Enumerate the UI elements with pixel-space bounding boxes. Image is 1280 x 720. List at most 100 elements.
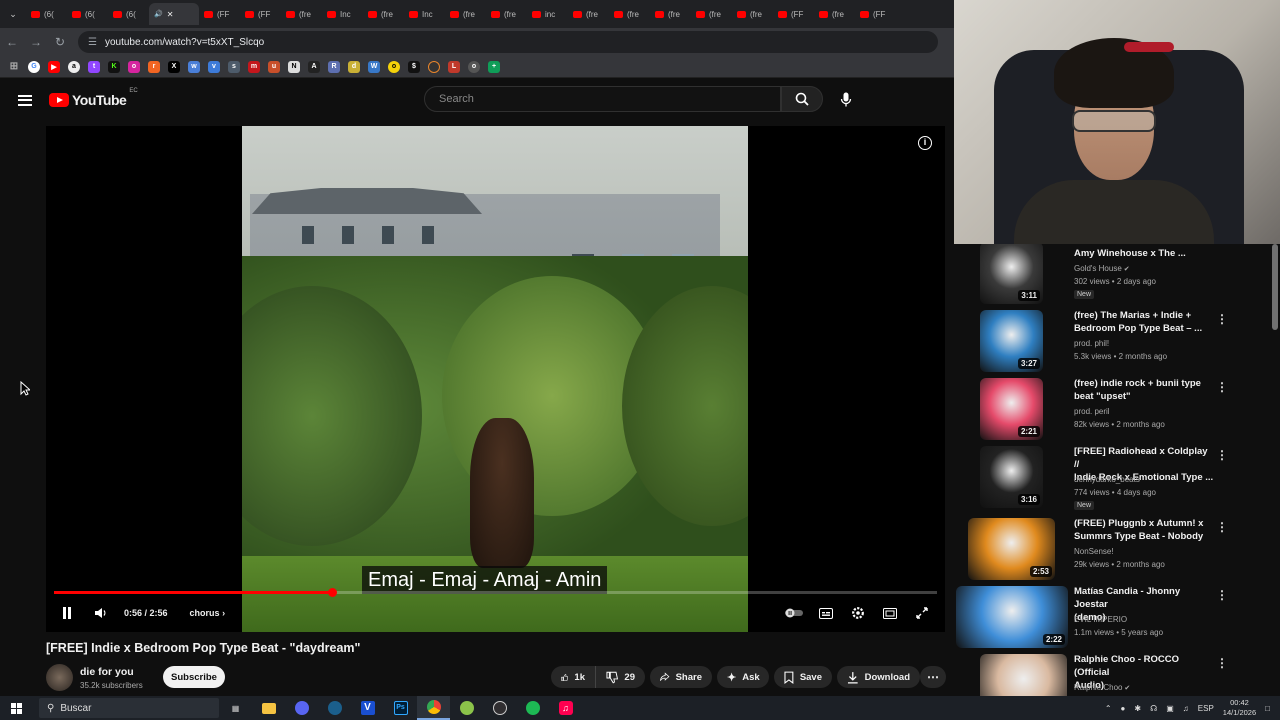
- reload-icon[interactable]: ↻: [48, 35, 72, 49]
- video-thumbnail[interactable]: 2:22: [956, 586, 1068, 648]
- browser-tab[interactable]: (6(: [108, 3, 149, 25]
- steam-icon[interactable]: [318, 696, 351, 720]
- vegas-icon[interactable]: V: [351, 696, 384, 720]
- tab-search-icon[interactable]: ⌄: [0, 3, 26, 25]
- recommendation-item[interactable]: 2:21 (free) indie rock + bunii type beat "…: [954, 374, 1274, 442]
- recommendation-channel[interactable]: dennydarko_beats: [1074, 475, 1140, 484]
- photoshop-icon[interactable]: Ps: [384, 696, 417, 720]
- back-icon[interactable]: ←: [0, 35, 24, 49]
- video-thumbnail[interactable]: 2:21: [980, 378, 1043, 440]
- bookmark-icon[interactable]: s: [228, 60, 240, 73]
- more-vertical-icon[interactable]: ⋮: [1216, 380, 1228, 394]
- recommendation-title[interactable]: (free) indie rock + bunii type beat "upse…: [1074, 377, 1214, 403]
- bookmark-icon[interactable]: N: [288, 60, 300, 73]
- browser-tab[interactable]: (fre: [691, 3, 732, 25]
- language-indicator[interactable]: ESP: [1198, 704, 1214, 713]
- recommendation-item[interactable]: 2:53 (FREE) Pluggnb x Autumn! x Summrs Typ…: [954, 514, 1274, 582]
- browser-tab[interactable]: (fre: [650, 3, 691, 25]
- browser-tab[interactable]: inc: [527, 3, 568, 25]
- browser-tab[interactable]: (fre: [486, 3, 527, 25]
- more-vertical-icon[interactable]: ⋮: [1216, 312, 1228, 326]
- browser-tab[interactable]: (6(: [67, 3, 108, 25]
- network-icon[interactable]: ▣: [1166, 704, 1174, 713]
- recommendation-channel[interactable]: EVIL IMPERIO: [1074, 615, 1127, 624]
- clock[interactable]: 00:42 14/1/2026: [1223, 698, 1256, 718]
- address-bar[interactable]: ☰ youtube.com/watch?v=t5xXT_Slcqo: [78, 31, 938, 53]
- more-vertical-icon[interactable]: ⋮: [1216, 656, 1228, 670]
- bookmark-icon[interactable]: r: [148, 60, 160, 73]
- video-thumbnail[interactable]: 3:16: [980, 446, 1043, 508]
- sheets-bookmark-icon[interactable]: +: [488, 60, 500, 73]
- search-input[interactable]: Search: [424, 86, 781, 112]
- kick-bookmark-icon[interactable]: K: [108, 60, 120, 73]
- browser-tab[interactable]: 🔊 ✕: [149, 3, 199, 25]
- bookmark-icon[interactable]: A: [308, 60, 320, 73]
- autoplay-toggle[interactable]: [781, 603, 807, 623]
- bookmark-icon[interactable]: m: [248, 60, 260, 73]
- taskbar-search[interactable]: ⚲ Buscar: [39, 698, 219, 718]
- file-explorer-icon[interactable]: [252, 696, 285, 720]
- subtitles-button[interactable]: [813, 603, 839, 623]
- channel-avatar[interactable]: [46, 664, 73, 691]
- chapter-button[interactable]: chorus ›: [190, 608, 226, 618]
- channel-name[interactable]: die for you: [80, 666, 134, 678]
- discord-icon[interactable]: [285, 696, 318, 720]
- info-icon[interactable]: i: [918, 136, 932, 150]
- recommendation-item[interactable]: 2:22 Matías Candia - Jhonny Joestar (demo)…: [954, 582, 1274, 650]
- headphones-icon[interactable]: ☊: [1150, 704, 1157, 713]
- progress-scrubber[interactable]: [328, 588, 337, 597]
- bookmark-icon[interactable]: [428, 60, 440, 73]
- bookmark-icon[interactable]: w: [188, 60, 200, 73]
- more-vertical-icon[interactable]: ⋮: [1216, 588, 1228, 602]
- video-thumbnail[interactable]: 2:53: [968, 518, 1055, 580]
- search-button[interactable]: [781, 86, 823, 112]
- browser-tab[interactable]: (fre: [363, 3, 404, 25]
- recommendation-channel[interactable]: Ralphie Choo ✔: [1074, 683, 1130, 692]
- app-icon[interactable]: [450, 696, 483, 720]
- twitch-bookmark-icon[interactable]: t: [88, 60, 100, 73]
- video-frame[interactable]: [242, 126, 748, 632]
- recommendation-title[interactable]: (free) The Marias + Indie + Bedroom Pop T…: [1074, 309, 1214, 335]
- bookmark-icon[interactable]: a: [68, 60, 80, 73]
- video-thumbnail[interactable]: 3:11: [980, 244, 1043, 304]
- browser-tab[interactable]: (fre: [732, 3, 773, 25]
- bookmark-icon[interactable]: W: [368, 60, 380, 73]
- menu-icon[interactable]: [18, 94, 32, 106]
- start-button[interactable]: [0, 696, 33, 720]
- bookmark-icon[interactable]: $: [408, 60, 420, 73]
- more-vertical-icon[interactable]: ⋮: [1216, 520, 1228, 534]
- chevron-up-icon[interactable]: ⌃: [1105, 704, 1112, 713]
- browser-tab[interactable]: (fre: [281, 3, 322, 25]
- browser-tab[interactable]: (FF: [855, 3, 896, 25]
- video-thumbnail[interactable]: 3:27: [980, 310, 1043, 372]
- settings-button[interactable]: [845, 603, 871, 623]
- browser-tab[interactable]: (FF: [773, 3, 814, 25]
- browser-tab[interactable]: (FF: [199, 3, 240, 25]
- volume-button[interactable]: [88, 603, 114, 623]
- recommendation-item[interactable]: 3:16 [FREE] Radiohead x Coldplay //Indie …: [954, 442, 1274, 510]
- apps-grid-icon[interactable]: ⊞: [8, 61, 20, 73]
- recommendation-item[interactable]: 3:27 (free) The Marias + Indie + Bedroom P…: [954, 306, 1274, 374]
- forward-icon[interactable]: →: [24, 35, 48, 49]
- subscribe-button[interactable]: Subscribe: [163, 666, 225, 688]
- bookmark-icon[interactable]: v: [208, 60, 220, 73]
- bluetooth-icon[interactable]: ✱: [1134, 704, 1141, 713]
- save-button[interactable]: Save: [774, 666, 832, 688]
- bookmark-icon[interactable]: L: [448, 60, 460, 73]
- download-button[interactable]: Download: [837, 666, 920, 688]
- more-vertical-icon[interactable]: ⋮: [1216, 448, 1228, 462]
- recommendation-title[interactable]: Amy Winehouse x The ...: [1074, 247, 1214, 260]
- obs-icon[interactable]: [483, 696, 516, 720]
- browser-tab[interactable]: Inc: [404, 3, 445, 25]
- microphone-icon[interactable]: ●: [1121, 704, 1126, 713]
- notifications-icon[interactable]: □: [1265, 704, 1270, 713]
- like-button[interactable]: 1k: [551, 666, 595, 688]
- site-info-icon[interactable]: ☰: [88, 37, 97, 48]
- recommendation-channel[interactable]: Gold's House ✔: [1074, 264, 1130, 273]
- recommendation-item[interactable]: 3:11 Amy Winehouse x The ... Gold's House …: [954, 244, 1274, 312]
- share-button[interactable]: Share: [650, 666, 712, 688]
- browser-tab[interactable]: Inc: [322, 3, 363, 25]
- chrome-icon[interactable]: [417, 696, 450, 720]
- bookmark-icon[interactable]: u: [268, 60, 280, 73]
- browser-tab[interactable]: (fre: [445, 3, 486, 25]
